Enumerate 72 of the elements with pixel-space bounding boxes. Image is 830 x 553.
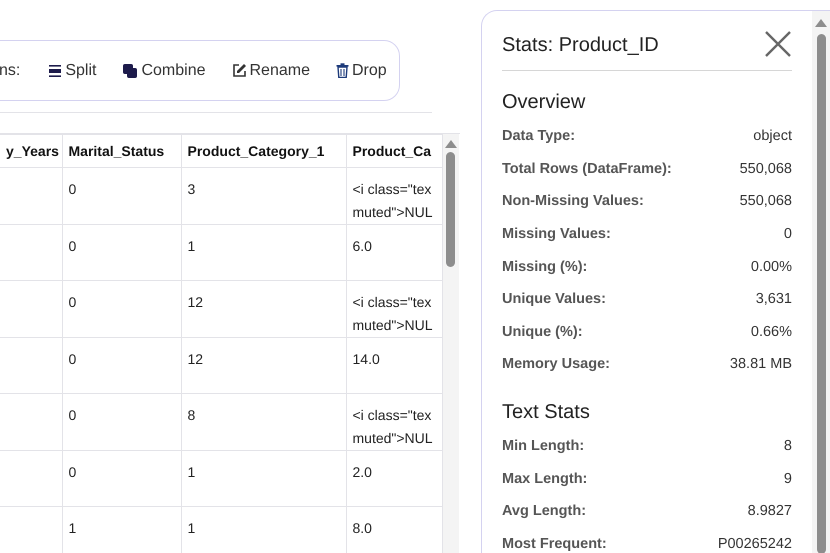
table-cell: 0	[62, 450, 181, 506]
table-cell: 2.0	[346, 450, 442, 506]
section-heading: Overview	[502, 91, 586, 114]
column-header[interactable]: y_Years	[0, 134, 62, 168]
table-cell: 3	[181, 168, 346, 224]
split-button[interactable]: Split	[48, 62, 96, 80]
overlapping-squares-icon	[122, 62, 138, 78]
stat-value: 8.9827	[748, 503, 792, 520]
stat-value: 0.66%	[750, 324, 792, 340]
trash-icon	[336, 63, 349, 78]
table-cell: 12	[181, 280, 346, 338]
table-cell: 14.0	[346, 338, 442, 394]
scrollbar[interactable]	[442, 134, 458, 553]
scrollbar-thumb[interactable]	[446, 152, 455, 267]
table-cell: 0	[62, 168, 181, 224]
stat-value: 0.00%	[750, 258, 792, 275]
table-cell	[0, 224, 62, 280]
table-cell: <i class="tex muted">NUL	[346, 168, 442, 224]
panel-title: Stats: Product_ID	[502, 34, 659, 56]
table-cell: <i class="tex muted">NUL	[346, 394, 442, 450]
stat-value: 8	[784, 438, 792, 454]
table-cell: 8	[181, 394, 346, 450]
split-icon	[48, 64, 62, 78]
table-cell: 0	[62, 338, 181, 394]
table-cell	[0, 394, 62, 450]
stat-label: Missing (%):	[502, 258, 588, 275]
stat-label: Max Length:	[502, 470, 588, 487]
column-header[interactable]: Product_Ca	[346, 134, 442, 168]
stat-value: 9	[784, 470, 792, 487]
stat-value: 38.81 MB	[730, 356, 792, 372]
close-icon	[765, 31, 791, 57]
scroll-up-icon[interactable]	[444, 140, 456, 148]
stat-label: Unique Values:	[502, 291, 606, 308]
combine-button[interactable]: Combine	[122, 62, 206, 80]
scroll-up-icon[interactable]	[815, 19, 827, 27]
stat-label: Min Length:	[502, 438, 584, 454]
table-cell	[0, 168, 62, 224]
table-cell: 0	[62, 280, 181, 338]
table-cell: 1	[181, 450, 346, 506]
stat-value: P00265242	[718, 536, 792, 552]
table-cell: 0	[62, 224, 181, 280]
column-header[interactable]: Product_Category_1	[181, 134, 346, 168]
stat-label: Non-Missing Values:	[502, 193, 644, 210]
table-cell: 1	[181, 224, 346, 280]
rename-button[interactable]: Rename	[232, 62, 310, 80]
stat-label: Total Rows (DataFrame):	[502, 160, 672, 177]
table-cell	[0, 338, 62, 394]
stat-value: object	[753, 128, 792, 144]
stat-label: Most Frequent:	[502, 536, 607, 552]
toolbar-label: ns:	[0, 62, 20, 80]
scrollbar-thumb[interactable]	[816, 34, 826, 553]
stat-value: 0	[784, 226, 792, 242]
edit-icon	[232, 63, 246, 78]
stat-value: 550,068	[740, 160, 792, 177]
stat-label: Avg Length:	[502, 503, 586, 520]
table-cell: 6.0	[346, 224, 442, 280]
drop-button[interactable]: Drop	[336, 62, 387, 80]
stat-label: Memory Usage:	[502, 356, 610, 372]
table-cell: 12	[181, 338, 346, 394]
table-cell	[0, 450, 62, 506]
stat-label: Missing Values:	[502, 226, 611, 242]
stat-label: Data Type:	[502, 128, 576, 144]
stat-value: 550,068	[740, 193, 792, 210]
section-heading: Text Stats	[502, 400, 591, 424]
close-button[interactable]	[764, 31, 792, 59]
table-cell	[0, 280, 62, 338]
scrollbar[interactable]	[812, 11, 830, 553]
table-cell: <i class="tex muted">NUL	[346, 280, 442, 338]
stat-label: Unique (%):	[502, 324, 583, 340]
table-cell: 0	[62, 394, 181, 450]
stat-value: 3,631	[756, 291, 792, 308]
column-header[interactable]: Marital_Status	[62, 134, 181, 168]
